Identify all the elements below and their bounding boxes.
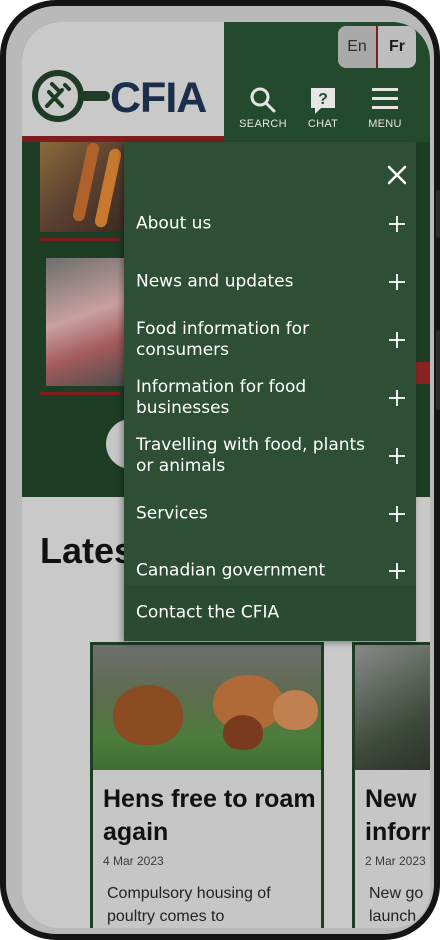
phone-frame: CFIA En Fr SEARCH ? CHAT MENU Lates Hens… xyxy=(0,0,440,940)
phone-hand-image xyxy=(355,645,430,770)
card-date: 4 Mar 2023 xyxy=(103,854,164,868)
menu-item-travelling[interactable]: Travelling with food, plants or animals xyxy=(124,427,416,485)
phone-bezel: CFIA En Fr SEARCH ? CHAT MENU Lates Hens… xyxy=(6,6,434,934)
news-card[interactable]: New inform 2 Mar 2023 New go launch xyxy=(352,642,430,928)
menu-contact-label: Contact the CFIA xyxy=(136,602,280,623)
carrots-image xyxy=(40,141,130,232)
close-icon[interactable] xyxy=(386,164,408,186)
plus-icon[interactable] xyxy=(388,215,406,233)
phone-volume-button xyxy=(436,330,440,410)
logo-connector xyxy=(80,91,110,101)
divider xyxy=(40,238,120,241)
hen-shape xyxy=(273,690,318,730)
card-date: 2 Mar 2023 xyxy=(365,854,426,868)
menu-label: MENU xyxy=(368,118,402,130)
menu-item-label: Canadian government xyxy=(136,560,326,581)
menu-item-label: News and updates xyxy=(136,271,294,292)
language-fr-button[interactable]: Fr xyxy=(376,26,416,68)
plus-icon[interactable] xyxy=(388,447,406,465)
meat-image xyxy=(46,258,126,386)
card-description: Compulsory housing of poultry comes to xyxy=(107,885,271,925)
cfia-logo-text: CFIA xyxy=(110,74,207,122)
svg-text:?: ? xyxy=(318,91,328,108)
menu-item-food-consumers[interactable]: Food information for consumers xyxy=(124,311,416,369)
card-title: Hens free to roam again xyxy=(103,785,316,846)
hen-shape xyxy=(113,685,183,745)
chat-button[interactable]: ? CHAT xyxy=(296,84,350,134)
plus-icon[interactable] xyxy=(388,505,406,523)
chat-icon: ? xyxy=(311,88,335,114)
chat-label: CHAT xyxy=(307,118,339,130)
menu-button[interactable]: MENU xyxy=(358,84,412,134)
screen: CFIA En Fr SEARCH ? CHAT MENU Lates Hens… xyxy=(22,22,430,928)
logo-area[interactable]: CFIA xyxy=(22,22,224,138)
hamburger-icon xyxy=(372,88,398,109)
plus-icon[interactable] xyxy=(388,273,406,291)
card-title: New inform xyxy=(365,785,430,846)
carrot-shape xyxy=(71,141,101,223)
plus-icon[interactable] xyxy=(388,562,406,580)
latest-heading: Lates xyxy=(40,530,135,571)
search-label: SEARCH xyxy=(239,118,287,130)
menu-item-food-businesses[interactable]: Information for food businesses xyxy=(124,369,416,427)
right-edge-accent xyxy=(416,362,430,384)
plus-icon[interactable] xyxy=(388,331,406,349)
menu-item-label: About us xyxy=(136,213,212,234)
card-description: New go launch xyxy=(369,885,424,925)
site-header: CFIA En Fr SEARCH ? CHAT MENU xyxy=(22,22,430,142)
menu-item-label: Information for food businesses xyxy=(136,377,307,418)
fork-knife-logo-icon xyxy=(32,70,84,122)
menu-contact-link[interactable]: Contact the CFIA xyxy=(124,585,416,641)
menu-item-services[interactable]: Services xyxy=(124,485,416,543)
menu-item-label: Food information for consumers xyxy=(136,319,310,360)
search-icon xyxy=(250,87,276,113)
language-en-button[interactable]: En xyxy=(338,26,376,68)
menu-item-news[interactable]: News and updates xyxy=(124,253,416,311)
hens-image xyxy=(93,645,321,770)
menu-item-about-us[interactable]: About us xyxy=(124,195,416,253)
search-button[interactable]: SEARCH xyxy=(236,84,290,134)
menu-item-label: Services xyxy=(136,503,208,524)
right-edge xyxy=(414,142,430,497)
phone-side-button xyxy=(436,190,440,238)
plus-icon[interactable] xyxy=(388,389,406,407)
hen-shape xyxy=(223,715,263,750)
divider xyxy=(40,392,120,395)
main-menu: About us News and updates Food informati… xyxy=(124,142,416,641)
menu-item-label: Travelling with food, plants or animals xyxy=(136,435,366,476)
news-card[interactable]: Hens free to roam again 4 Mar 2023 Compu… xyxy=(90,642,324,928)
carrot-shape xyxy=(93,147,123,229)
